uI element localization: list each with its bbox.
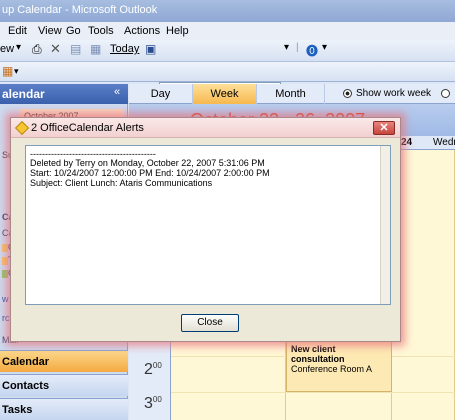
- hour-divider: [171, 392, 455, 393]
- menu-edit[interactable]: Edit: [8, 25, 27, 37]
- contacts-nav-button[interactable]: Contacts: [0, 374, 128, 396]
- collapse-pane-icon[interactable]: «: [114, 86, 120, 98]
- new-dropdown-icon[interactable]: ▾: [16, 42, 21, 53]
- toolbar-separator-icon: |: [296, 42, 299, 53]
- dialog-title: 2 OfficeCalendar Alerts: [31, 122, 144, 134]
- appointment-title: New client consultation: [291, 344, 345, 364]
- show-full-week-radio[interactable]: [441, 89, 450, 98]
- alert-message-box[interactable]: ----------------------------------------…: [25, 145, 391, 305]
- calendar-nav-button[interactable]: Calendar: [0, 350, 128, 372]
- appointment[interactable]: New client consultation Conference Room …: [286, 340, 392, 392]
- delete-icon[interactable]: ✕: [50, 41, 61, 57]
- menu-bar: Edit View Go Tools Actions Help: [0, 22, 455, 40]
- message-line: Start: 10/24/2007 12:00:00 PM End: 10/24…: [30, 168, 270, 178]
- dialog-title-bar[interactable]: 2 OfficeCalendar Alerts: [11, 118, 400, 138]
- menu-go[interactable]: Go: [66, 25, 81, 37]
- search-dropdown-icon[interactable]: ▾: [284, 42, 289, 53]
- view-icon[interactable]: ▦: [90, 42, 101, 56]
- calendar-toolbar-icon[interactable]: ▦: [2, 64, 13, 78]
- show-work-week-label: Show work week: [356, 88, 432, 99]
- vertical-scrollbar[interactable]: [380, 146, 390, 304]
- menu-tools[interactable]: Tools: [88, 25, 114, 37]
- dialog-close-icon[interactable]: ✕: [373, 121, 395, 135]
- time-label: 300: [144, 395, 162, 412]
- close-button[interactable]: Close: [181, 314, 239, 332]
- secondary-toolbar: ▦ ▾: [0, 62, 455, 82]
- day-header-weekday[interactable]: Wedn: [433, 137, 455, 148]
- today-button[interactable]: Today: [110, 43, 139, 55]
- tab-month[interactable]: Month: [257, 84, 325, 104]
- day-column[interactable]: [392, 150, 455, 420]
- tasks-nav-button[interactable]: Tasks: [0, 398, 128, 420]
- view-tabs: Day Week Month Show work week: [129, 84, 455, 104]
- day-header-date[interactable]: 24: [401, 137, 412, 148]
- help-icon[interactable]: ⓿: [306, 42, 318, 59]
- menu-view[interactable]: View: [38, 25, 62, 37]
- move-icon[interactable]: ▤: [70, 42, 81, 56]
- menu-help[interactable]: Help: [166, 25, 189, 37]
- menu-actions[interactable]: Actions: [124, 25, 160, 37]
- window-title: up Calendar - Microsoft Outlook: [2, 4, 158, 16]
- new-button[interactable]: ew: [0, 43, 14, 55]
- print-icon[interactable]: ⎙: [32, 42, 42, 57]
- appointment-location: Conference Room A: [291, 364, 373, 374]
- message-line: Subject: Client Lunch: Ataris Communicat…: [30, 178, 213, 188]
- tab-day[interactable]: Day: [129, 84, 193, 104]
- tab-week[interactable]: Week: [193, 84, 257, 104]
- show-work-week-radio[interactable]: [343, 89, 352, 98]
- navigation-pane-header: alendar: [0, 84, 128, 104]
- address-book-icon[interactable]: ▣: [145, 42, 156, 56]
- window-title-bar: up Calendar - Microsoft Outlook: [0, 0, 455, 22]
- message-line: Deleted by Terry on Monday, October 22, …: [30, 158, 265, 168]
- help-dropdown-icon[interactable]: ▾: [322, 42, 327, 53]
- toolbar-options-icon[interactable]: ▾: [14, 66, 19, 77]
- time-label: 200: [144, 361, 162, 378]
- standard-toolbar: ew ▾ ⎙ ✕ ▤ ▦ Today ▣ ▾ | ⓿ ▾: [0, 40, 455, 99]
- alerts-dialog: 2 OfficeCalendar Alerts ✕ --------------…: [10, 117, 401, 342]
